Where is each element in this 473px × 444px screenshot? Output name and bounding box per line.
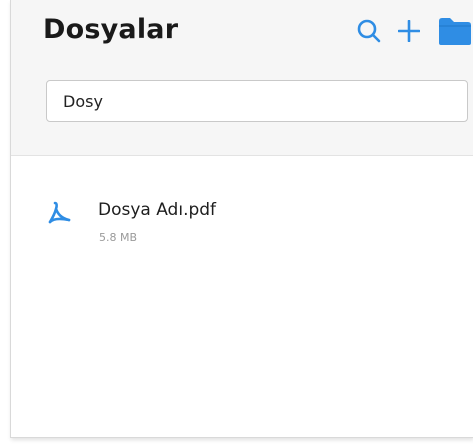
search-input[interactable] (47, 81, 467, 121)
panel-header: Dosyalar (11, 0, 473, 156)
file-size: 5.8 MB (99, 231, 138, 244)
plus-icon (398, 20, 420, 42)
search-button[interactable] (355, 17, 383, 45)
page-title: Dosyalar (43, 14, 179, 45)
pdf-icon (48, 201, 71, 224)
search-icon (357, 19, 381, 43)
search-field[interactable] (46, 80, 468, 122)
file-list-item[interactable]: Dosya Adı.pdf 5.8 MB (11, 186, 473, 256)
toolbar (355, 14, 473, 48)
add-button[interactable] (397, 19, 421, 43)
file-name: Dosya Adı.pdf (98, 200, 217, 220)
folder-button[interactable] (437, 16, 473, 46)
files-panel: Dosyalar Dosy Dosya Adı.pdf 5.8 MB (10, 0, 473, 438)
folder-icon (439, 18, 471, 45)
